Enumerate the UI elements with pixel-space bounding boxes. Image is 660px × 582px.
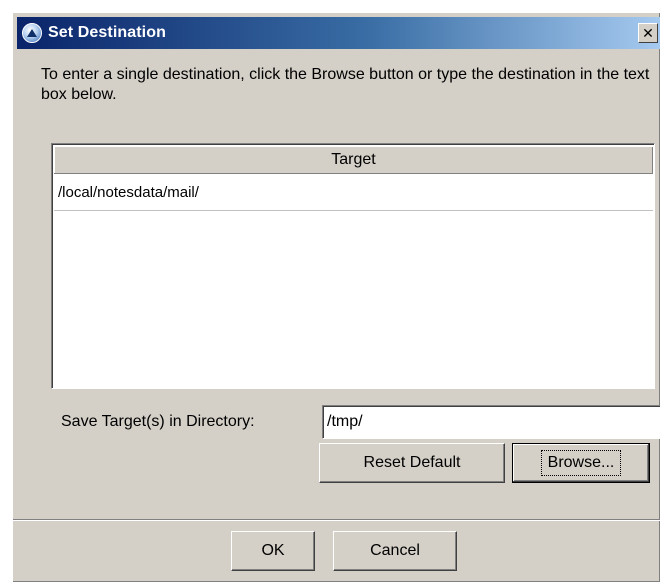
window-title: Set Destination [48, 24, 166, 41]
table-row[interactable]: /local/notesdata/mail/ [54, 175, 653, 211]
browse-button[interactable]: Browse... [512, 443, 650, 483]
reset-default-button[interactable]: Reset Default [319, 443, 505, 483]
cancel-button[interactable]: Cancel [333, 531, 457, 571]
close-button[interactable]: ✕ [638, 23, 658, 43]
notes-app-icon [22, 23, 42, 43]
set-destination-dialog: Set Destination ✕ To enter a single dest… [12, 12, 660, 582]
button-separator [13, 519, 660, 521]
title-bar[interactable]: Set Destination ✕ [17, 17, 660, 49]
reset-default-label: Reset Default [363, 454, 461, 471]
cancel-label: Cancel [370, 542, 420, 559]
ok-button[interactable]: OK [231, 531, 315, 571]
instruction-text: To enter a single destination, click the… [41, 66, 650, 103]
target-column-header[interactable]: Target [54, 146, 653, 174]
close-icon: ✕ [642, 24, 654, 41]
directory-input[interactable] [322, 405, 660, 439]
ok-label: OK [261, 542, 285, 559]
browse-label: Browse... [540, 450, 622, 476]
directory-label: Save Target(s) in Directory: [61, 413, 255, 430]
target-table[interactable]: Target /local/notesdata/mail/ [51, 143, 655, 389]
